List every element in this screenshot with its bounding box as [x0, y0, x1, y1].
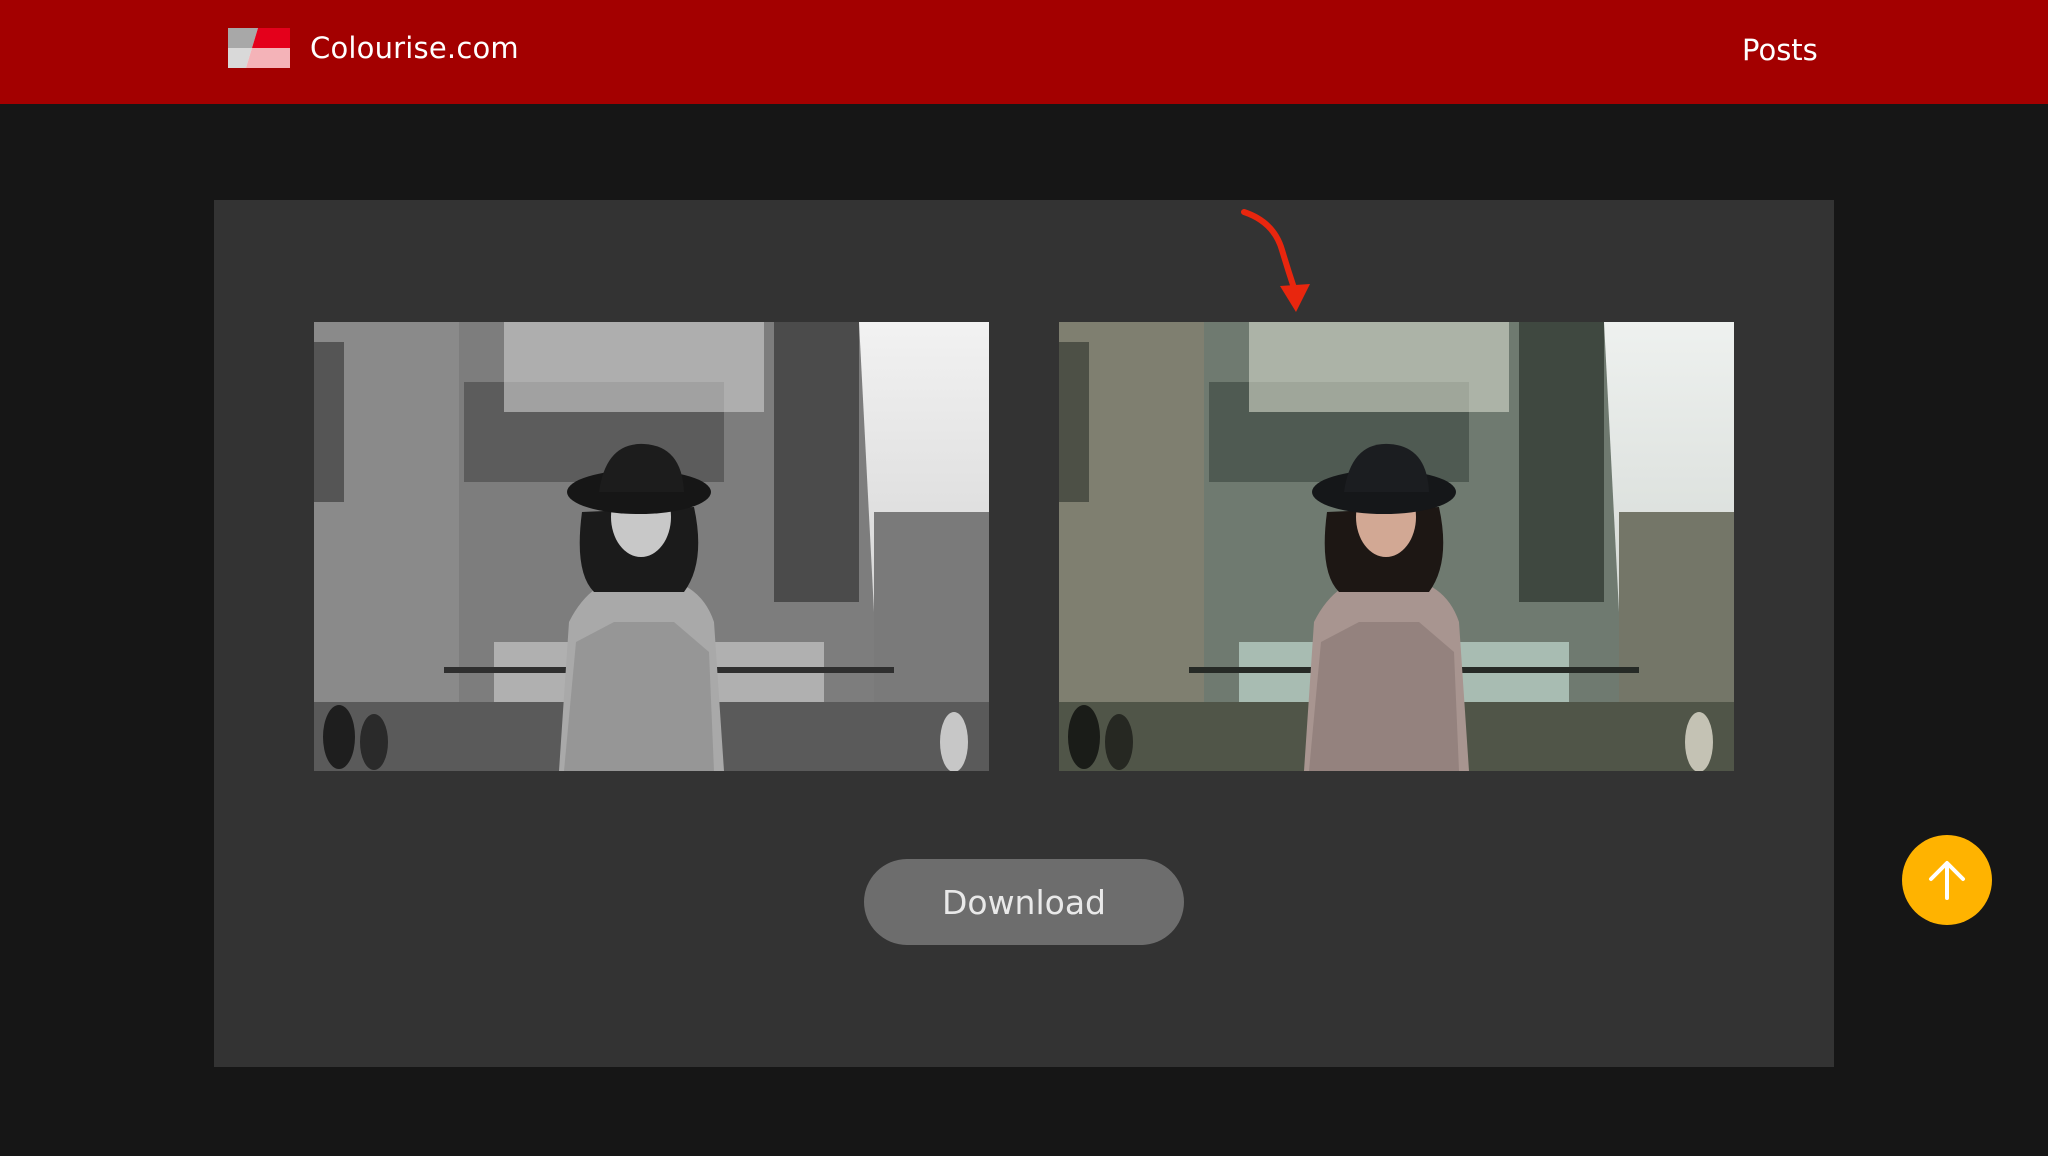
scroll-to-top-button[interactable] [1902, 835, 1992, 925]
colourise-logo-icon [228, 28, 290, 68]
red-arrow-icon [1241, 209, 1310, 312]
brand-link[interactable]: Colourise.com [228, 28, 519, 68]
arrow-up-icon [1929, 861, 1965, 900]
comparison-card: Download [214, 200, 1834, 1067]
original-photo [314, 322, 989, 771]
nav-link-posts[interactable]: Posts [1742, 33, 1818, 67]
original-photo-image [314, 322, 989, 771]
top-navbar: Colourise.com Posts [0, 0, 2048, 104]
brand-name: Colourise.com [310, 31, 519, 65]
colourised-photo [1059, 322, 1734, 771]
download-button[interactable]: Download [864, 859, 1184, 945]
colourised-photo-image [1059, 322, 1734, 771]
